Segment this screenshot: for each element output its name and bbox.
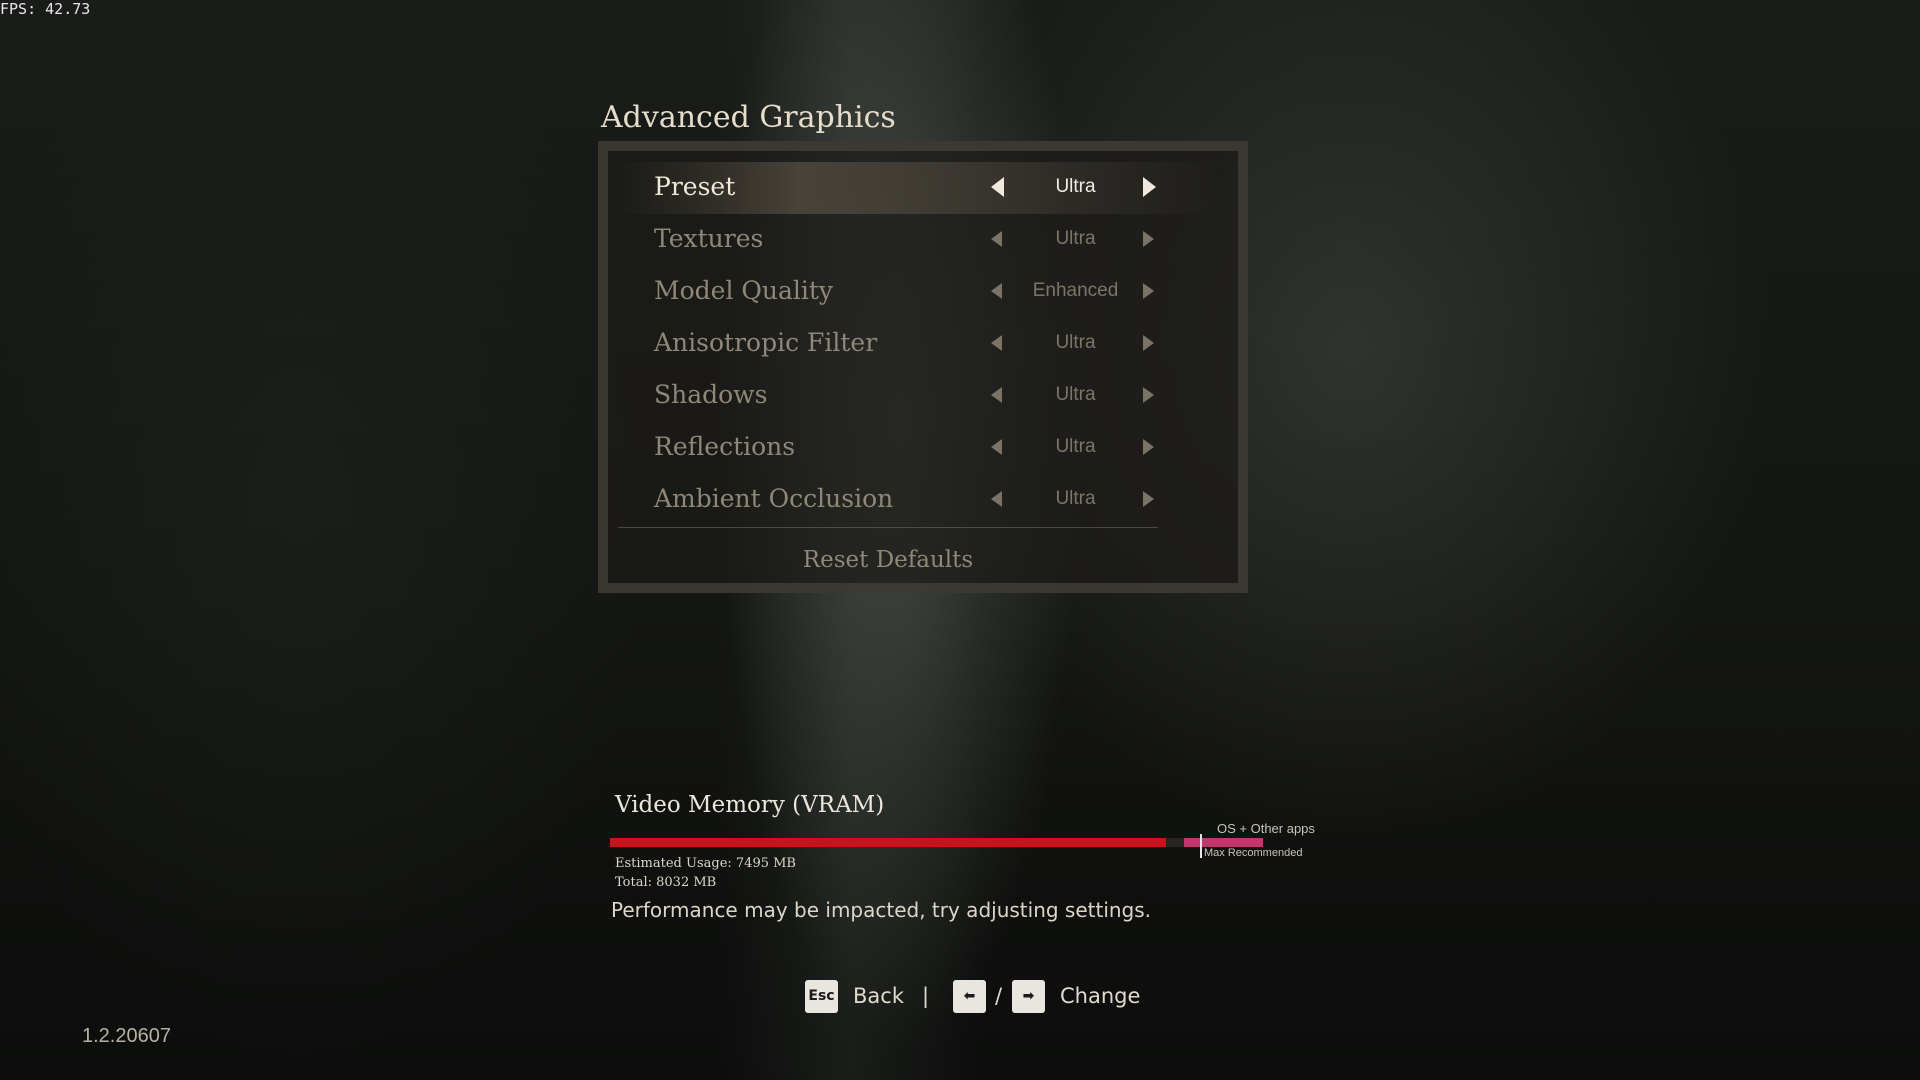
setting-label: Anisotropic Filter xyxy=(654,328,878,357)
arrow-left-icon[interactable] xyxy=(991,335,1002,351)
setting-row-reflections[interactable]: Reflections Ultra xyxy=(618,422,1218,474)
vram-os-fill xyxy=(1184,838,1263,847)
setting-row-ambient-occlusion[interactable]: Ambient Occlusion Ultra xyxy=(618,474,1218,526)
arrow-left-icon[interactable] xyxy=(991,231,1002,247)
arrow-right-icon[interactable] xyxy=(1143,283,1154,299)
setting-row-shadows[interactable]: Shadows Ultra xyxy=(618,370,1218,422)
setting-value: Ultra xyxy=(1055,176,1096,197)
max-recommended-label: Max Recommended xyxy=(1204,847,1303,859)
arrow-left-icon[interactable] xyxy=(991,491,1002,507)
setting-row-preset[interactable]: Preset Ultra xyxy=(618,162,1218,214)
footer-slash: / xyxy=(995,984,1003,1008)
setting-label: Preset xyxy=(654,172,736,201)
arrow-left-icon[interactable] xyxy=(991,387,1002,403)
arrow-left-icon[interactable] xyxy=(991,439,1002,455)
performance-warning: Performance may be impacted, try adjusti… xyxy=(611,898,1152,922)
version-number: 1.2.20607 xyxy=(82,1025,171,1047)
setting-label: Shadows xyxy=(654,380,768,409)
arrow-left-icon[interactable] xyxy=(991,177,1004,197)
setting-row-anisotropic-filter[interactable]: Anisotropic Filter Ultra xyxy=(618,318,1218,370)
arrow-left-icon[interactable] xyxy=(991,283,1002,299)
setting-row-textures[interactable]: Textures Ultra xyxy=(618,214,1218,266)
change-label: Change xyxy=(1060,984,1141,1008)
arrow-right-icon[interactable] xyxy=(1143,335,1154,351)
setting-value: Ultra xyxy=(1055,436,1096,457)
os-apps-label: OS + Other apps xyxy=(1217,821,1315,836)
setting-label: Model Quality xyxy=(654,276,834,305)
vram-total: Total: 8032 MB xyxy=(615,875,717,890)
divider xyxy=(618,527,1158,528)
back-button[interactable]: Back xyxy=(853,984,904,1008)
arrow-right-icon[interactable] xyxy=(1143,491,1154,507)
setting-label: Textures xyxy=(654,224,764,253)
vram-usage-bar xyxy=(610,838,1263,847)
page-title: Advanced Graphics xyxy=(601,100,896,135)
arrow-right-key-icon[interactable]: ➡ xyxy=(1012,980,1045,1013)
setting-value: Ultra xyxy=(1055,228,1096,249)
setting-value: Ultra xyxy=(1055,384,1096,405)
max-recommended-marker xyxy=(1200,834,1202,858)
arrow-right-icon[interactable] xyxy=(1143,231,1154,247)
setting-value: Ultra xyxy=(1055,332,1096,353)
footer-separator: | xyxy=(922,984,930,1008)
setting-label: Reflections xyxy=(654,432,796,461)
setting-row-model-quality[interactable]: Model Quality Enhanced xyxy=(618,266,1218,318)
setting-value: Ultra xyxy=(1055,488,1096,509)
vram-usage-fill xyxy=(610,838,1166,847)
arrow-right-icon[interactable] xyxy=(1143,387,1154,403)
arrow-right-icon[interactable] xyxy=(1143,439,1154,455)
fps-counter: FPS: 42.73 xyxy=(0,0,91,18)
setting-value: Enhanced xyxy=(1032,280,1119,301)
esc-key-icon[interactable]: Esc xyxy=(805,980,838,1013)
arrow-right-icon[interactable] xyxy=(1143,177,1156,197)
settings-panel: Preset Ultra Textures Ultra Model Qualit… xyxy=(598,141,1248,593)
vram-title: Video Memory (VRAM) xyxy=(615,792,885,818)
vram-estimated-usage: Estimated Usage: 7495 MB xyxy=(615,856,796,871)
setting-label: Ambient Occlusion xyxy=(654,484,894,513)
reset-defaults-button[interactable]: Reset Defaults xyxy=(608,547,1168,573)
arrow-left-key-icon[interactable]: ⬅ xyxy=(953,980,986,1013)
